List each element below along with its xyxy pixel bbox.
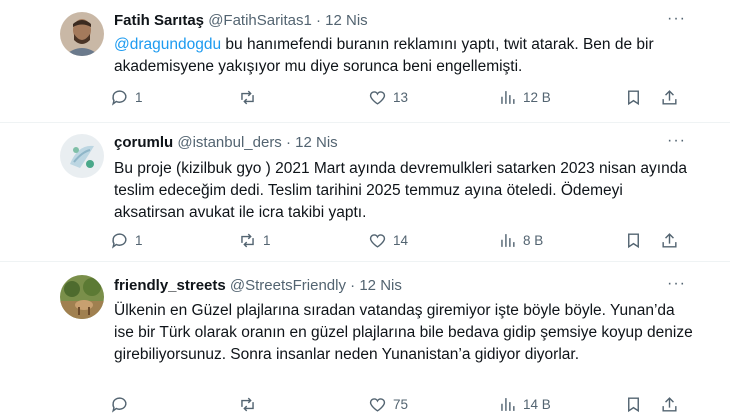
tweet[interactable]: Fatih Sarıtaş @FatihSaritas1 · 12 Nis ··… xyxy=(0,0,730,123)
bookmark-icon xyxy=(628,90,639,106)
views-count: 14 B xyxy=(523,397,551,412)
share-icon xyxy=(662,397,677,412)
avatar[interactable] xyxy=(60,12,104,56)
retweet-count: 1 xyxy=(263,233,271,248)
handle[interactable]: @istanbul_ders xyxy=(177,134,281,151)
bookmark-button[interactable] xyxy=(624,395,643,414)
reply-button[interactable] xyxy=(110,395,135,414)
timestamp[interactable]: 12 Nis xyxy=(359,277,402,294)
views-icon xyxy=(501,234,515,247)
avatar[interactable] xyxy=(60,275,104,319)
action-bar: 1 13 12 B xyxy=(110,88,690,108)
views-button[interactable]: 12 B xyxy=(498,88,551,107)
retweet-icon xyxy=(241,233,254,248)
separator-dot: · xyxy=(350,277,356,294)
tweet-text: Ülkenin en Güzel plajlarına sıradan vata… xyxy=(114,300,694,366)
share-icon xyxy=(662,233,677,248)
reply-count: 1 xyxy=(135,233,143,248)
retweet-icon xyxy=(241,397,254,412)
like-count: 13 xyxy=(393,90,409,105)
like-button[interactable]: 75 xyxy=(368,395,408,414)
like-button[interactable]: 14 xyxy=(368,231,408,250)
display-name[interactable]: çorumlu xyxy=(114,134,173,151)
bookmark-button[interactable] xyxy=(624,231,643,250)
avatar[interactable] xyxy=(60,134,104,178)
bookmark-icon xyxy=(628,397,639,413)
handle[interactable]: @FatihSaritas1 xyxy=(208,12,312,29)
tweet[interactable]: çorumlu @istanbul_ders · 12 Nis ··· Bu p… xyxy=(0,123,730,262)
views-button[interactable]: 8 B xyxy=(498,231,543,250)
retweet-icon xyxy=(241,90,254,105)
separator-dot: · xyxy=(285,134,291,151)
bookmark-button[interactable] xyxy=(624,88,643,107)
like-count: 75 xyxy=(393,397,409,412)
like-icon xyxy=(369,398,386,412)
views-count: 8 B xyxy=(523,233,544,248)
separator-dot: · xyxy=(315,12,321,29)
display-name[interactable]: friendly_streets xyxy=(114,277,226,294)
timestamp[interactable]: 12 Nis xyxy=(325,12,368,29)
share-button[interactable] xyxy=(660,395,679,414)
tweet-header: friendly_streets @StreetsFriendly · 12 N… xyxy=(114,277,402,294)
retweet-button[interactable] xyxy=(238,395,263,414)
more-options-icon[interactable]: ··· xyxy=(667,275,686,293)
timestamp[interactable]: 12 Nis xyxy=(295,134,338,151)
tweet-body: Bu proje (kizilbuk gyo ) 2021 Mart ayınd… xyxy=(114,160,687,221)
tweet-header: Fatih Sarıtaş @FatihSaritas1 · 12 Nis xyxy=(114,12,368,29)
bookmark-icon xyxy=(628,233,639,249)
share-button[interactable] xyxy=(660,88,679,107)
tweet-text: Bu proje (kizilbuk gyo ) 2021 Mart ayınd… xyxy=(114,158,694,224)
share-icon xyxy=(662,90,677,105)
views-count: 12 B xyxy=(523,90,551,105)
action-bar: 1 1 14 8 B xyxy=(110,231,690,251)
views-icon xyxy=(501,398,515,411)
like-icon xyxy=(369,91,386,105)
mention-link[interactable]: @dragundogdu xyxy=(114,36,221,53)
share-button[interactable] xyxy=(660,231,679,250)
retweet-button[interactable]: 1 xyxy=(238,231,271,250)
views-button[interactable]: 14 B xyxy=(498,395,551,414)
reply-button[interactable]: 1 xyxy=(110,231,143,250)
display-name[interactable]: Fatih Sarıtaş xyxy=(114,12,204,29)
action-bar: 75 14 B xyxy=(110,395,690,415)
tweet-body: Ülkenin en Güzel plajlarına sıradan vata… xyxy=(114,302,693,363)
handle[interactable]: @StreetsFriendly xyxy=(230,277,346,294)
views-icon xyxy=(501,91,515,104)
like-icon xyxy=(369,234,386,248)
reply-icon xyxy=(111,397,127,413)
reply-icon xyxy=(111,90,127,106)
reply-button[interactable]: 1 xyxy=(110,88,143,107)
more-options-icon[interactable]: ··· xyxy=(667,10,686,28)
more-options-icon[interactable]: ··· xyxy=(667,132,686,150)
retweet-button[interactable] xyxy=(238,88,263,107)
reply-icon xyxy=(111,233,127,249)
like-count: 14 xyxy=(393,233,409,248)
reply-count: 1 xyxy=(135,90,143,105)
tweet[interactable]: friendly_streets @StreetsFriendly · 12 N… xyxy=(0,262,730,420)
tweet-text: @dragundogdu bu hanımefendi buranın rekl… xyxy=(114,34,694,78)
like-button[interactable]: 13 xyxy=(368,88,408,107)
tweet-header: çorumlu @istanbul_ders · 12 Nis xyxy=(114,134,338,151)
